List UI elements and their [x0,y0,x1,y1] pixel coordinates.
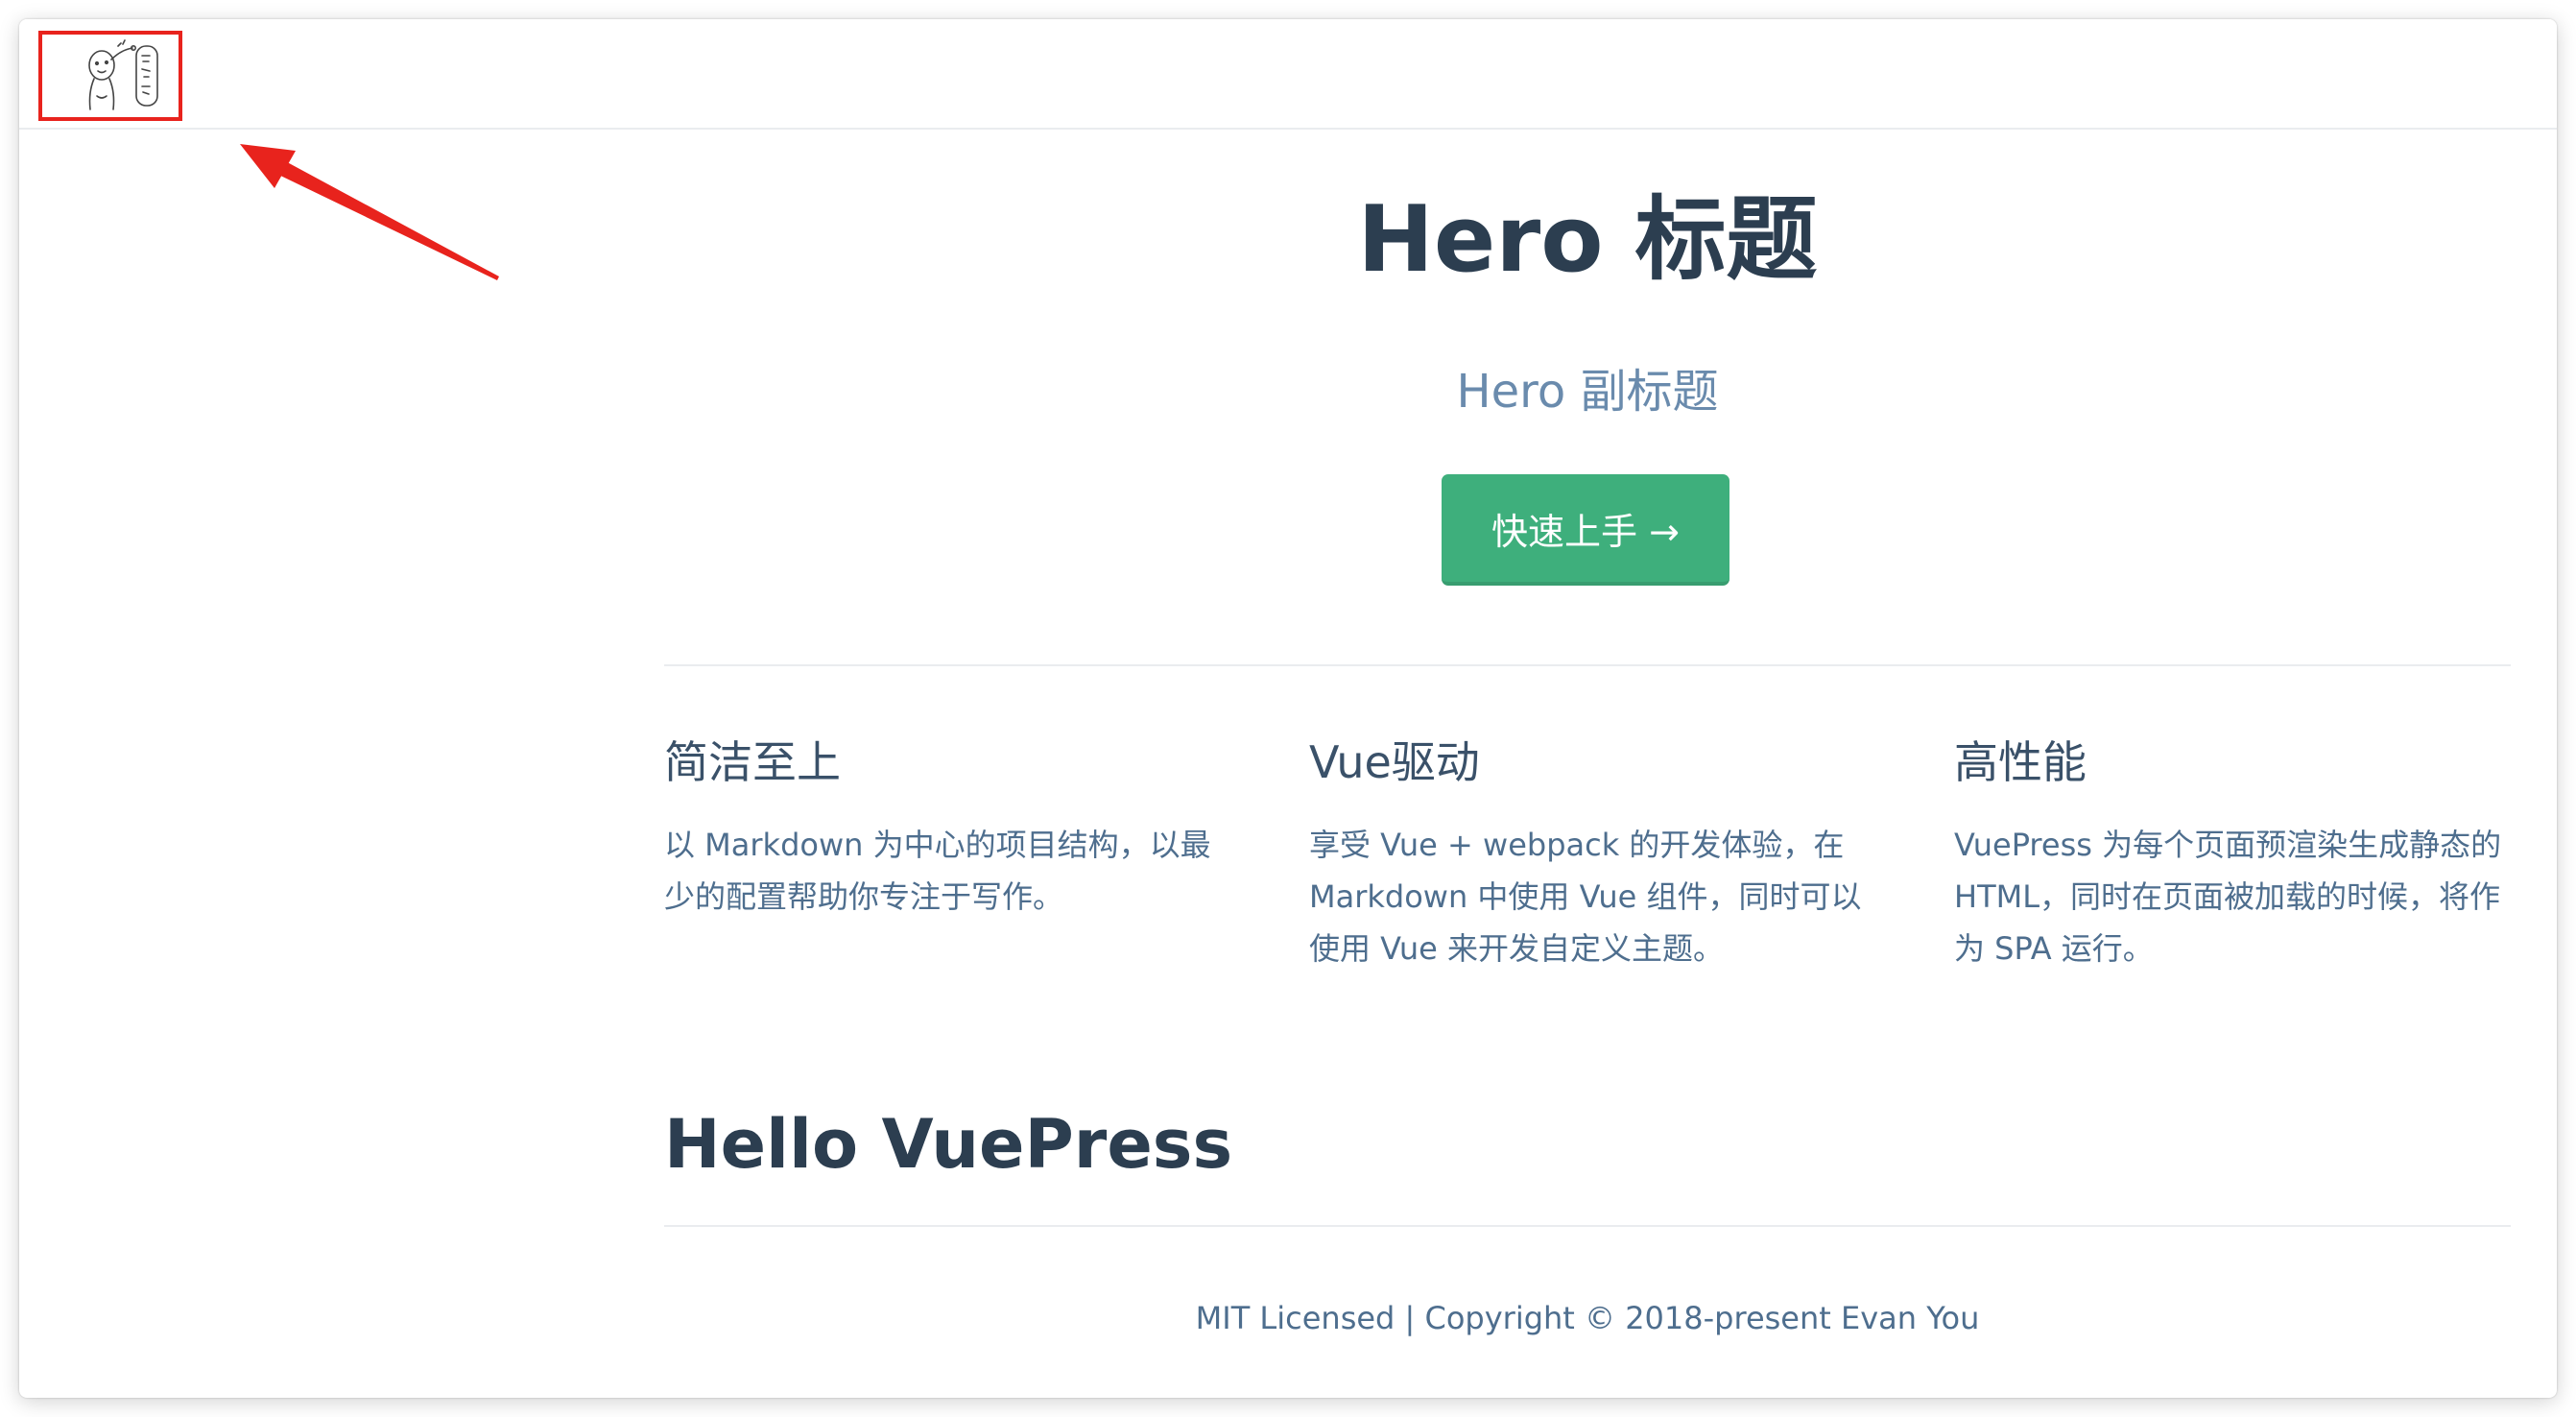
get-started-button[interactable]: 快速上手 → [1442,474,1729,586]
browser-window: Hero 标题 Hero 副标题 快速上手 → 简洁至上 以 Markdown … [19,19,2557,1398]
content-heading: Hello VuePress [664,1105,1233,1184]
feature-details: 享受 Vue + webpack 的开发体验，在 Markdown 中使用 Vue… [1309,826,1862,967]
feature-simplicity: 简洁至上 以 Markdown 为中心的项目结构，以最 少的配置帮助你专注于写作。 [664,734,1240,923]
feature-performant: 高性能 VuePress 为每个页面预渲染生成静态的 HTML，同时在页面被加载的… [1954,734,2530,974]
feature-vue-powered: Vue驱动 享受 Vue + webpack 的开发体验，在 Markdown 中… [1309,734,1885,974]
footer-text: MIT Licensed | Copyright © 2018-present … [1195,1300,1980,1336]
hero-subtitle: Hero 副标题 [1456,365,1719,419]
annotation-highlight-box [38,31,182,121]
feature-title: 简洁至上 [664,736,841,788]
feature-details: VuePress 为每个页面预渲染生成静态的 HTML，同时在页面被加载的时候，将… [1954,826,2502,967]
footer-divider [664,1225,2511,1227]
feature-title: 高性能 [1954,736,2087,788]
features-divider [664,664,2511,666]
feature-title: Vue驱动 [1309,736,1480,788]
feature-details: 以 Markdown 为中心的项目结构，以最 少的配置帮助你专注于写作。 [664,826,1211,915]
navbar [19,19,2557,130]
hero-title: Hero 标题 [1357,187,1818,293]
